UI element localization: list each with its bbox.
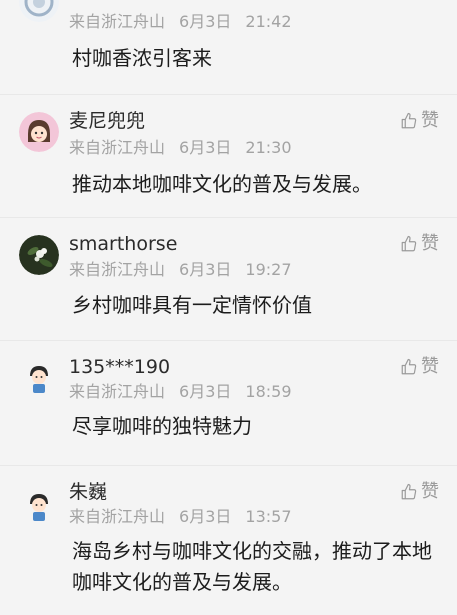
- comment-location: 来自浙江舟山: [69, 507, 166, 526]
- comment-date: 6月3日: [179, 12, 232, 31]
- comment-username[interactable]: 麦尼兜兜: [69, 112, 145, 131]
- thumbs-up-icon: [401, 235, 417, 252]
- comment-date: 6月3日: [179, 382, 232, 401]
- comment-location: 来自浙江舟山: [69, 260, 166, 279]
- like-label: 赞: [421, 356, 439, 377]
- like-button[interactable]: 赞: [400, 235, 439, 253]
- thumbs-up-icon: [401, 483, 417, 500]
- comment-item: 135***190 赞 来自浙江舟山 6月3日 18:59 尽享咖啡的独特魅力: [0, 341, 457, 466]
- comment-text: 推动本地咖啡文化的普及与发展。: [72, 172, 372, 196]
- comment-meta: 来自浙江舟山 6月3日 13:57: [69, 509, 292, 525]
- comment-time: 21:30: [245, 138, 292, 157]
- avatar[interactable]: [19, 0, 59, 22]
- comment-username[interactable]: 朱巍: [69, 483, 107, 502]
- comment-meta: 来自浙江舟山 6月3日 18:59: [69, 384, 292, 400]
- comment-text: 村咖香浓引客来: [72, 46, 212, 70]
- comment-time: 19:27: [245, 260, 292, 279]
- thumbs-up-icon: [401, 112, 417, 129]
- comment-meta: 来自浙江舟山 6月3日 21:42: [69, 14, 292, 30]
- avatar[interactable]: [19, 486, 59, 526]
- comment-username[interactable]: smarthorse: [69, 235, 177, 254]
- comment-text: 海岛乡村与咖啡文化的交融，推动了本地咖啡文化的普及与发展。: [72, 539, 432, 594]
- comment-item: 来自浙江舟山 6月3日 21:42 村咖香浓引客来: [0, 0, 457, 95]
- comment-date: 6月3日: [179, 507, 232, 526]
- like-button[interactable]: 赞: [400, 358, 439, 376]
- comment-username[interactable]: 135***190: [69, 358, 170, 377]
- avatar[interactable]: [19, 358, 59, 398]
- comment-date: 6月3日: [179, 260, 232, 279]
- comment-location: 来自浙江舟山: [69, 12, 166, 31]
- like-button[interactable]: 赞: [400, 483, 439, 501]
- comment-meta: 来自浙江舟山 6月3日 19:27: [69, 262, 292, 278]
- avatar[interactable]: [19, 235, 59, 275]
- comment-time: 21:42: [245, 12, 292, 31]
- comment-text: 尽享咖啡的独特魅力: [72, 414, 252, 438]
- thumbs-up-icon: [401, 358, 417, 375]
- like-label: 赞: [421, 481, 439, 502]
- comment-location: 来自浙江舟山: [69, 138, 166, 157]
- comment-item: 朱巍 赞 来自浙江舟山 6月3日 13:57 海岛乡村与咖啡文化的交融，推动了本地咖…: [0, 466, 457, 615]
- comment-date: 6月3日: [179, 138, 232, 157]
- comment-time: 13:57: [245, 507, 292, 526]
- avatar[interactable]: [19, 112, 59, 152]
- comment-location: 来自浙江舟山: [69, 382, 166, 401]
- comment-time: 18:59: [245, 382, 292, 401]
- like-button[interactable]: 赞: [400, 112, 439, 130]
- like-label: 赞: [421, 233, 439, 254]
- comment-text: 乡村咖啡具有一定情怀价值: [72, 293, 312, 317]
- comment-item: smarthorse 赞 来自浙江舟山 6月3日 19:27 乡村咖啡具有一定情怀价…: [0, 218, 457, 341]
- comment-meta: 来自浙江舟山 6月3日 21:30: [69, 140, 292, 156]
- like-label: 赞: [421, 110, 439, 131]
- comment-item: 麦尼兜兜 赞 来自浙江舟山 6月3日 21:30 推动本地咖啡文化的普及与发展。: [0, 95, 457, 218]
